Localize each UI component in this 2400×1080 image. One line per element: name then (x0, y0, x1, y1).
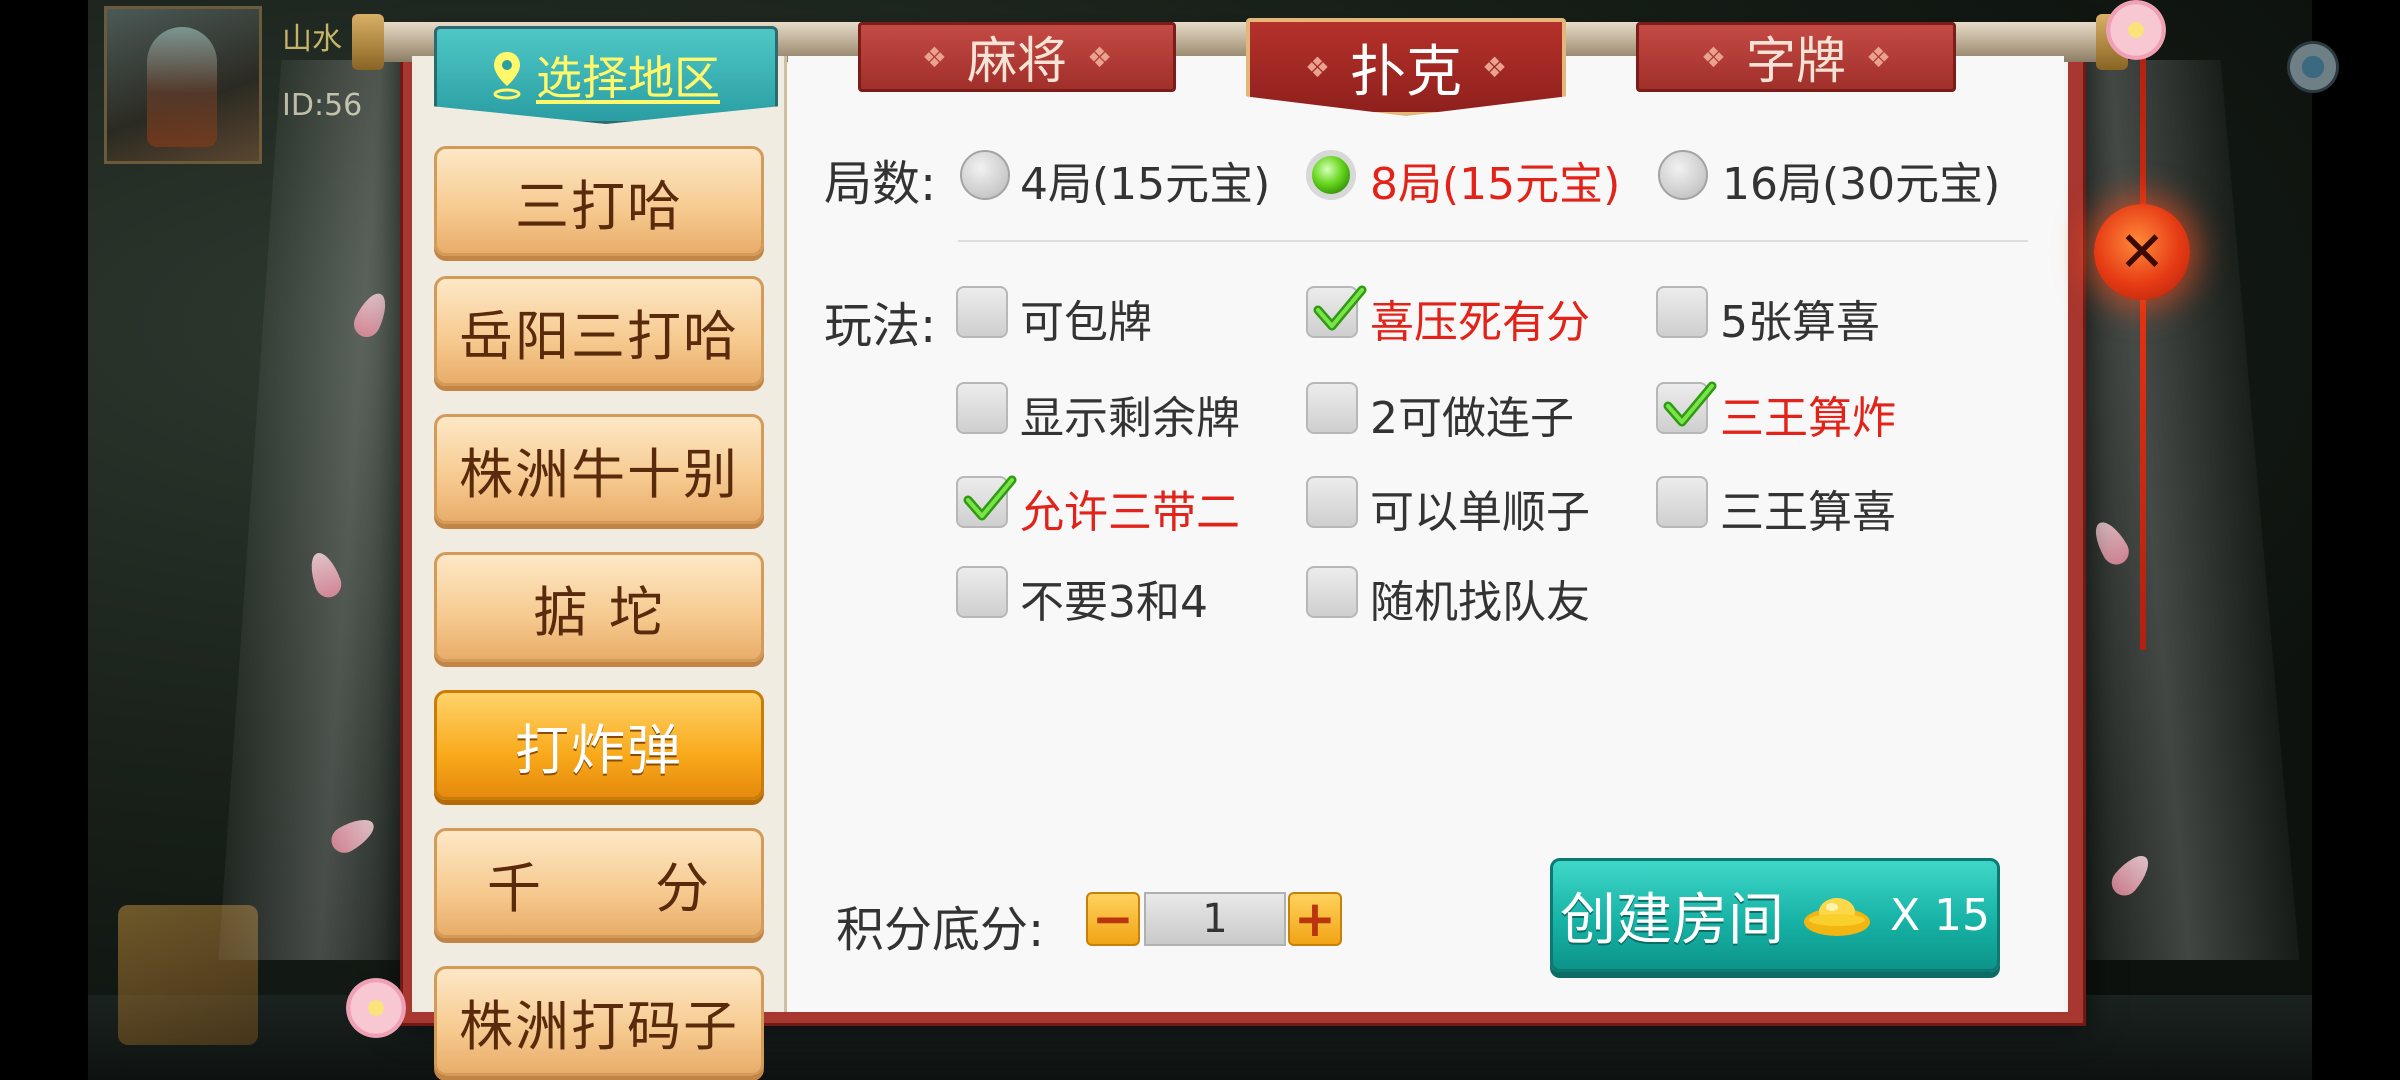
tab-mahjong[interactable]: ❖ 麻将 ❖ (858, 22, 1176, 92)
rule-checkbox-sanwangzha[interactable] (1656, 381, 1717, 434)
tab-label: 扑克 (1350, 39, 1462, 105)
sidebar-item-sandaha[interactable]: 三打哈 (434, 146, 764, 256)
rule-label-random-teammate[interactable]: 随机找队友 (1370, 566, 1590, 630)
rule-checkbox-danshunzi[interactable] (1306, 476, 1358, 528)
select-region-button[interactable]: 选择地区 (434, 26, 778, 124)
rule-checkbox-sandaier[interactable] (956, 475, 1017, 528)
rule-label-no34[interactable]: 不要3和4 (1020, 566, 1208, 630)
avatar-figure (147, 27, 217, 147)
player-avatar[interactable] (104, 6, 262, 164)
tab-ornament: ❖ (1866, 40, 1892, 74)
tab-ornament: ❖ (921, 40, 947, 74)
rule-label-xiyasi[interactable]: 喜压死有分 (1370, 286, 1590, 350)
rounds-radio-4[interactable] (960, 150, 1010, 200)
checkmark-icon (963, 475, 1017, 521)
rounds-radio-16[interactable] (1658, 150, 1708, 200)
right-letterbox (2312, 0, 2400, 1080)
sidebar-item-zhuzhou-niushibie[interactable]: 株洲牛十别 (434, 414, 764, 524)
rule-checkbox-5zhang[interactable] (1656, 286, 1708, 338)
section-divider (958, 240, 2028, 242)
left-letterbox (0, 0, 88, 1080)
create-room-button[interactable]: 创建房间 X 15 (1550, 858, 2000, 972)
checkmark-icon (1663, 381, 1717, 427)
flower-decoration (346, 978, 406, 1038)
rule-label-kebaopai[interactable]: 可包牌 (1020, 286, 1152, 350)
rules-label: 玩法: (824, 298, 937, 354)
rule-checkbox-kebaopai[interactable] (956, 286, 1008, 338)
sidebar-item-diantuo[interactable]: 掂 坨 (434, 552, 764, 662)
tab-label: 麻将 (967, 32, 1067, 90)
close-icon[interactable]: ✕ (2094, 204, 2190, 300)
checkmark-icon (1313, 285, 1367, 331)
rule-checkbox-2lianzi[interactable] (1306, 382, 1358, 434)
base-score-label: 积分底分: (836, 902, 1045, 958)
rule-checkbox-xianshi[interactable] (956, 382, 1008, 434)
gold-ingot-icon (1802, 890, 1872, 940)
rounds-radio-8[interactable] (1306, 150, 1356, 200)
scroll-rod-cap (352, 14, 384, 70)
rule-label-sanwangxi[interactable]: 三王算喜 (1720, 476, 1896, 540)
tab-ornament: ❖ (1304, 50, 1330, 84)
player-name: 山水 (282, 22, 342, 57)
rule-label-xianshi[interactable]: 显示剩余牌 (1020, 382, 1240, 446)
rule-label-5zhang[interactable]: 5张算喜 (1720, 286, 1880, 350)
score-increase-button[interactable]: + (1288, 892, 1342, 946)
rounds-option-4[interactable]: 4局(15元宝) (1020, 148, 1270, 212)
rule-label-2lianzi[interactable]: 2可做连子 (1370, 382, 1574, 446)
sidebar-item-yueyang-sandaha[interactable]: 岳阳三打哈 (434, 276, 764, 386)
rounds-label: 局数: (824, 156, 937, 212)
score-decrease-button[interactable]: − (1086, 892, 1140, 946)
settings-gear-icon[interactable] (2278, 32, 2348, 102)
game-background: 山水 ID:56 三打哈 岳阳三打哈 株洲牛十别 掂 坨 打炸弹 千 分 株洲打… (0, 0, 2400, 1080)
rule-checkbox-no34[interactable] (956, 566, 1008, 618)
create-room-cost: X 15 (1889, 889, 1991, 941)
rounds-option-8[interactable]: 8局(15元宝) (1370, 148, 1620, 212)
tab-ornament: ❖ (1482, 50, 1508, 84)
rounds-option-16[interactable]: 16局(30元宝) (1722, 148, 2000, 212)
sidebar-item-qianfen[interactable]: 千 分 (434, 828, 764, 938)
flower-decoration (2106, 0, 2166, 60)
hanging-rope (2140, 30, 2146, 650)
create-room-label: 创建房间 (1559, 887, 1784, 953)
rule-checkbox-sanwangxi[interactable] (1656, 476, 1708, 528)
select-region-label: 选择地区 (536, 51, 720, 105)
tab-ornament: ❖ (1087, 40, 1113, 74)
rule-checkbox-xiyasi[interactable] (1306, 285, 1367, 338)
rule-label-sandaier[interactable]: 允许三带二 (1020, 476, 1240, 540)
score-value-field[interactable]: 1 (1144, 892, 1286, 946)
tab-zipai[interactable]: ❖ 字牌 ❖ (1636, 22, 1956, 92)
rule-label-sanwangzha[interactable]: 三王算炸 (1720, 382, 1896, 446)
rule-checkbox-random-teammate[interactable] (1306, 566, 1358, 618)
location-pin-icon (492, 50, 522, 100)
sidebar-item-dazhadan[interactable]: 打炸弹 (434, 690, 764, 800)
tab-label: 字牌 (1746, 32, 1846, 90)
sidebar-item-zhuzhou-damazi[interactable]: 株洲打码子 (434, 966, 764, 1076)
tab-poker[interactable]: ❖ 扑克 ❖ (1246, 18, 1566, 116)
rule-label-danshunzi[interactable]: 可以单顺子 (1370, 476, 1590, 540)
tab-ornament: ❖ (1700, 40, 1726, 74)
